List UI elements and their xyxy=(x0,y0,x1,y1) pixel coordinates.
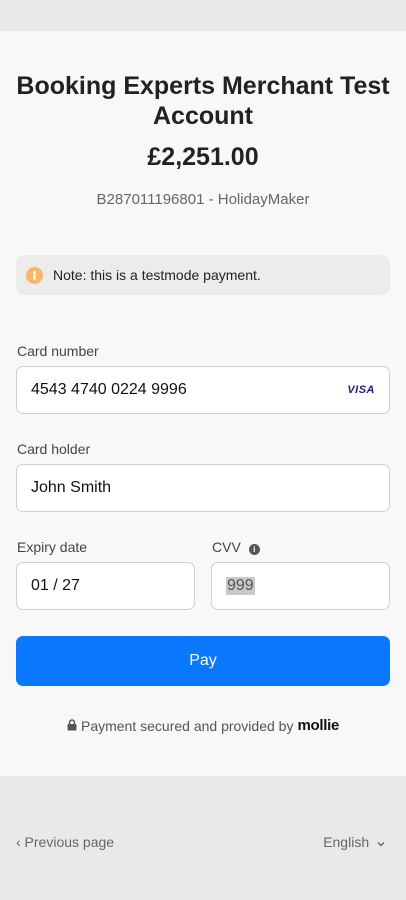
mollie-logo: mollie xyxy=(297,717,339,734)
card-number-field[interactable]: 4543 4740 0224 9996 VISA xyxy=(16,366,390,414)
cvv-field[interactable]: 999 xyxy=(211,562,390,610)
merchant-name: Booking Experts Merchant Test Account xyxy=(0,71,406,131)
pay-button[interactable]: Pay xyxy=(16,636,390,686)
card-holder-label: Card holder xyxy=(17,441,91,457)
card-number-label: Card number xyxy=(17,343,99,359)
previous-page-link[interactable]: ‹ Previous page xyxy=(16,834,114,850)
card-holder-field[interactable]: John Smith xyxy=(16,464,390,512)
expiry-date-field[interactable]: 01 / 27 xyxy=(16,562,195,610)
payment-reference: B287011196801 - HolidayMaker xyxy=(96,191,310,208)
expiry-date-label: Expiry date xyxy=(17,539,88,555)
payment-amount: £2,251.00 xyxy=(147,143,259,171)
expiry-date-value: 01 / 27 xyxy=(31,577,80,594)
language-label: English xyxy=(323,834,370,850)
security-note: Payment secured and provided by mollie xyxy=(0,717,406,734)
cvv-info-icon[interactable]: i xyxy=(248,544,260,555)
cvv-label-wrap: CVV i xyxy=(212,539,260,555)
card-number-value: 4543 4740 0224 9996 xyxy=(31,381,187,398)
security-text: Payment secured and provided by xyxy=(80,717,294,734)
info-icon xyxy=(26,266,43,284)
cvv-label: CVV xyxy=(212,539,241,555)
language-selector[interactable]: English xyxy=(323,834,385,850)
notice-text: Note: this is a testmode payment. xyxy=(53,267,261,283)
card-holder-value: John Smith xyxy=(31,479,112,496)
checkout-card: Booking Experts Merchant Test Account £2… xyxy=(0,31,406,776)
merchant-name-line1: Booking Experts Merchant Test xyxy=(16,72,390,100)
lock-icon xyxy=(67,718,77,734)
testmode-notice: Note: this is a testmode payment. xyxy=(16,255,390,295)
cvv-value: 999 xyxy=(226,577,255,595)
top-bar xyxy=(0,0,406,31)
visa-icon: VISA xyxy=(347,384,375,396)
chevron-down-icon xyxy=(377,834,385,850)
merchant-name-line2: Account xyxy=(153,102,253,130)
